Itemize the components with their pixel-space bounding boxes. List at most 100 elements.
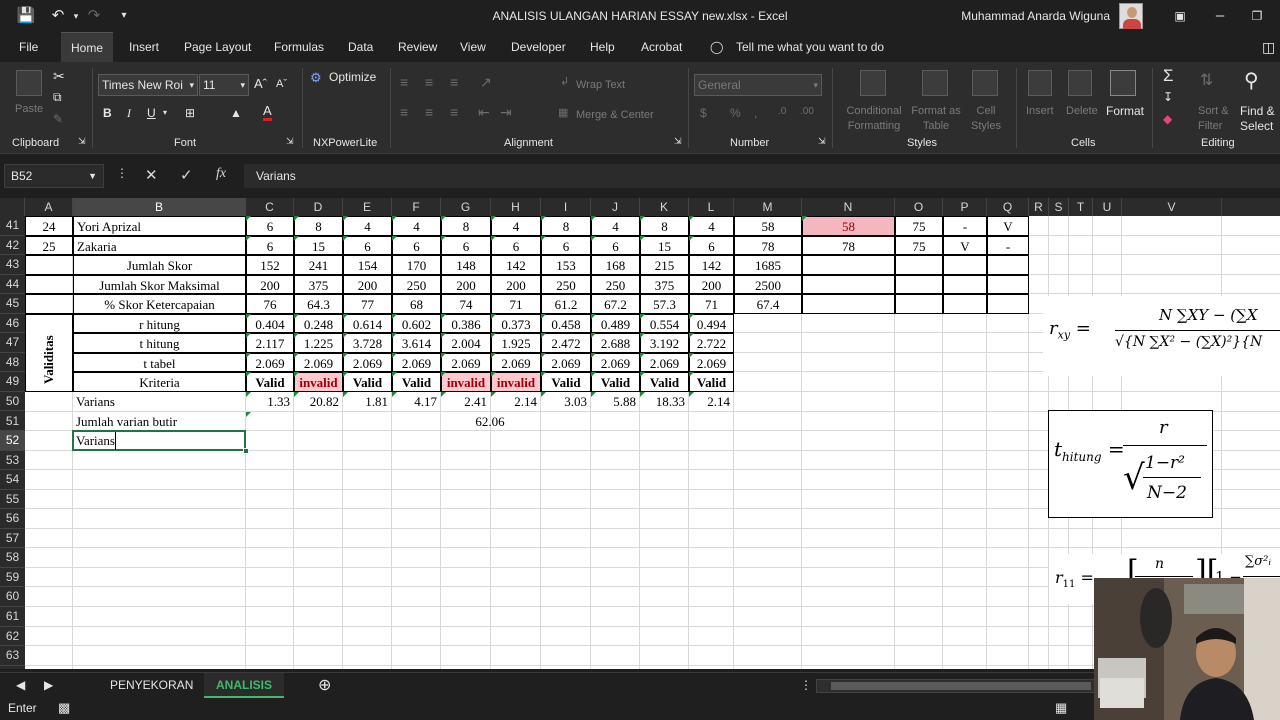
cell[interactable]: 1.81 <box>343 392 392 412</box>
cell[interactable]: 4 <box>343 216 392 236</box>
cell[interactable]: 75 <box>895 235 943 256</box>
cell[interactable]: 4 <box>689 216 734 236</box>
clipboard-launcher-icon[interactable]: ⇲ <box>78 136 86 147</box>
cell[interactable]: 0.614 <box>343 313 392 334</box>
align-top-icon[interactable]: ≡ <box>400 74 408 90</box>
increase-font-icon[interactable]: Aˆ <box>254 76 267 91</box>
merge-center-icon[interactable]: ▦ <box>558 106 568 119</box>
bold-button[interactable]: B <box>103 106 112 120</box>
copy-icon[interactable]: ⧉ <box>53 90 62 105</box>
cell[interactable]: 2.069 <box>441 352 491 373</box>
column-header[interactable]: B <box>73 198 246 216</box>
cell[interactable]: 241 <box>294 255 343 275</box>
cell[interactable]: 8 <box>640 216 689 236</box>
cell[interactable]: 61.2 <box>541 294 591 314</box>
cell[interactable] <box>25 255 73 275</box>
cell[interactable]: 8 <box>441 216 491 236</box>
autosum-icon[interactable]: Σ <box>1163 66 1174 86</box>
cell[interactable] <box>895 294 943 314</box>
number-format-select[interactable]: General ▾ <box>694 74 822 96</box>
cell[interactable]: 2.41 <box>441 392 491 412</box>
delete-cells-icon[interactable] <box>1068 70 1092 96</box>
cell[interactable]: 74 <box>441 294 491 314</box>
column-header[interactable]: I <box>541 198 591 216</box>
cell[interactable]: Valid <box>392 372 441 392</box>
cell[interactable]: 0.602 <box>392 313 441 334</box>
align-left-icon[interactable]: ≡ <box>400 104 408 120</box>
cell[interactable]: - <box>987 235 1029 256</box>
insert-function-button[interactable]: fx <box>216 166 226 182</box>
column-header[interactable]: O <box>895 198 943 216</box>
optimize-icon[interactable]: ⚙ <box>310 70 322 86</box>
macro-record-icon[interactable]: ▩ <box>58 700 70 716</box>
cell[interactable]: V <box>943 235 987 256</box>
align-bottom-icon[interactable]: ≡ <box>450 74 458 90</box>
cell[interactable]: Jumlah Skor <box>73 255 246 275</box>
cell[interactable]: 250 <box>541 274 591 295</box>
delete-cells-button[interactable]: Delete <box>1066 104 1098 119</box>
save-icon[interactable]: 💾 <box>16 6 36 26</box>
cell[interactable] <box>943 255 987 275</box>
cell[interactable]: 2.069 <box>246 352 294 373</box>
cell[interactable]: Yori Aprizal <box>73 216 246 236</box>
column-header[interactable]: N <box>802 198 895 216</box>
cell[interactable]: 2.004 <box>441 333 491 353</box>
undo-dropdown-icon[interactable]: ▾ <box>66 6 86 26</box>
share-icon[interactable]: ◫ <box>1262 32 1275 62</box>
font-size-select[interactable]: 11 ▾ <box>199 74 249 96</box>
formula-input[interactable]: Varians <box>244 164 1280 188</box>
cell[interactable]: 78 <box>802 235 895 256</box>
cancel-entry-icon[interactable]: ✕ <box>145 166 158 184</box>
cell[interactable]: 168 <box>591 255 640 275</box>
cell[interactable]: 1.925 <box>491 333 541 353</box>
insert-cells-icon[interactable] <box>1028 70 1052 96</box>
cell[interactable]: 4 <box>392 216 441 236</box>
cell[interactable]: 200 <box>246 274 294 295</box>
cell[interactable]: 200 <box>343 274 392 295</box>
tab-data[interactable]: Data <box>348 32 373 62</box>
cell[interactable]: 153 <box>541 255 591 275</box>
cell-styles-icon[interactable] <box>972 70 998 96</box>
horizontal-scrollbar[interactable] <box>816 679 1096 693</box>
cell[interactable]: Jumlah Skor Maksimal <box>73 274 246 295</box>
row-header[interactable]: 41 <box>0 216 25 236</box>
cell[interactable]: 4 <box>491 216 541 236</box>
optimize-button[interactable]: Optimize <box>329 70 376 85</box>
cell[interactable]: 148 <box>441 255 491 275</box>
font-family-select[interactable]: Times New Roi ▾ <box>98 74 198 96</box>
cell[interactable]: Valid <box>689 372 734 392</box>
cell[interactable]: 25 <box>25 235 73 256</box>
minimize-icon[interactable]: – <box>1210 6 1230 26</box>
format-painter-icon[interactable]: ✎ <box>53 112 63 126</box>
cell[interactable]: 58 <box>802 216 895 236</box>
increase-indent-icon[interactable]: ⇥ <box>500 104 512 121</box>
restore-icon[interactable]: ❐ <box>1247 6 1267 26</box>
column-header[interactable]: C <box>246 198 294 216</box>
tell-me-search[interactable]: Tell me what you want to do <box>736 32 884 62</box>
cell[interactable]: 2.069 <box>541 352 591 373</box>
cell[interactable]: invalid <box>441 372 491 392</box>
cell[interactable]: 2.069 <box>689 352 734 373</box>
row-header[interactable]: 62 <box>0 627 25 647</box>
cell[interactable]: 64.3 <box>294 294 343 314</box>
cell[interactable]: 6 <box>392 235 441 256</box>
cell[interactable] <box>895 255 943 275</box>
format-cells-button[interactable]: Format <box>1106 104 1144 119</box>
increase-decimal-icon[interactable]: .0 <box>778 106 786 117</box>
cell[interactable]: 200 <box>491 274 541 295</box>
cell[interactable]: 3.614 <box>392 333 441 353</box>
cell[interactable]: 0.554 <box>640 313 689 334</box>
cell[interactable]: 4.17 <box>392 392 441 412</box>
next-sheet-icon[interactable]: ▶ <box>44 673 53 698</box>
cell[interactable]: 250 <box>392 274 441 295</box>
cell[interactable]: 142 <box>491 255 541 275</box>
cell[interactable]: 71 <box>491 294 541 314</box>
row-header[interactable]: 51 <box>0 412 25 432</box>
cell[interactable]: 24 <box>25 216 73 236</box>
cell[interactable]: 375 <box>640 274 689 295</box>
cell[interactable]: Valid <box>541 372 591 392</box>
cell[interactable] <box>25 274 73 295</box>
cell[interactable]: 78 <box>734 235 802 256</box>
cell[interactable]: 5.88 <box>591 392 640 412</box>
row-header[interactable]: 44 <box>0 275 25 295</box>
